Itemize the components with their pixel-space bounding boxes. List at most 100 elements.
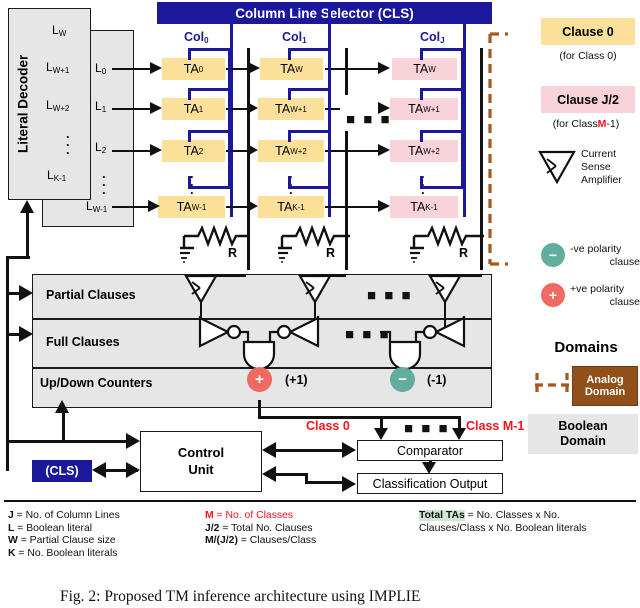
blue-col0-right [228,48,231,188]
ta-cell[interactable]: TA W+1 [258,98,324,120]
legend-boolean-domain-swatch: Boolean Domain [528,414,638,454]
notes-column-3: Total TAs = No. Classes x No. Clauses/Cl… [419,510,586,535]
feedback-to-control [7,440,129,444]
ta-cell[interactable]: TA W+1 [390,98,458,120]
note-item: Total TAs = No. Classes x No. [419,510,586,523]
cls-link-arrow-right [126,462,140,478]
legend-neg-line1: -ve polarity [570,243,622,255]
ta-cell[interactable]: TA W-1 [158,196,225,218]
ta-input-arrow [247,102,258,114]
blue-step [188,48,191,60]
ta-input-arrow [150,144,162,156]
blue-step [420,176,423,188]
notes-column-1: J = No. of Column Lines L = Boolean lite… [8,510,120,561]
column-1-label: Col1 [282,30,307,45]
ta-cell[interactable]: TA W [260,58,323,80]
column-0-label: Col0 [184,30,209,45]
literal-line-3 [112,206,150,209]
blue-step [288,186,330,189]
pos-polarity-counter[interactable]: + [247,367,272,392]
legend-analog-line1: Analog [586,373,624,386]
ta-cell[interactable]: TA W+2 [258,140,324,162]
bitline-to-csa [444,274,482,278]
block-input-arrow [19,285,33,301]
inner-literal-LW2: LW+2 [46,98,70,113]
note-text-line2: Clauses/Class x No. Boolean literals [419,522,587,534]
full-clause-logic-group-pos[interactable] [194,316,324,370]
control-output-link-a [272,473,308,477]
blue-step [420,88,463,91]
cls-header-bar[interactable]: Column Line Selector (CLS) [157,2,492,24]
inner-literal-LW: LW [52,23,67,38]
row-label-counters: Up/Down Counters [40,376,153,390]
ta-cell[interactable]: TA K-1 [390,196,458,218]
legend-clause0-caption: (for Class 0) [559,50,617,62]
legend-boolean-line1: Boolean [558,419,608,434]
legend-clause0-swatch: Clause 0 [541,18,635,45]
block-input-arrow [19,326,33,342]
neg-polarity-counter[interactable]: − [390,367,415,392]
bitline-to-csa [200,274,246,278]
bottom-divider [4,500,636,502]
note-text: = Partial Clause size [17,535,116,547]
cls-chip[interactable]: (CLS) [32,460,92,482]
blue-step [288,48,291,60]
outer-literal-L1: L1 [95,99,107,114]
ta-cell[interactable]: TA K-1 [258,196,324,218]
ta-input-arrow [148,200,160,212]
control-comparator-arrow-right [342,442,356,458]
blue-col1-right [328,48,331,188]
comparator-box[interactable]: Comparator [357,440,503,461]
decoder-input-arrow [20,200,34,213]
control-output-arrow-left [262,466,276,482]
counter-pos-label: (+1) [285,373,308,387]
note-item: J = No. of Column Lines [8,510,120,523]
note-text: = Total No. Clauses [219,522,313,534]
counter-bus [258,416,460,420]
legend-analog-dash-icon [535,373,569,397]
note-symbol: J/2 [205,522,220,534]
control-comparator-arrow-left [262,442,276,458]
note-item: M/(J/2) = Clauses/Class [205,535,316,548]
minus-icon: − [398,371,407,388]
legend-class-m: M [597,118,607,130]
blue-step [288,88,291,100]
note-symbol: K [8,548,16,560]
blue-colj-right [461,48,464,188]
note-item: J/2 = Total No. Clauses [205,523,316,536]
control-comparator-link [272,449,350,453]
note-symbol: M [205,510,214,521]
blue-step [420,48,423,60]
ta-cell[interactable]: TA W [392,58,457,80]
note-item: K = No. Boolean literals [8,548,120,561]
blue-step [420,130,463,133]
outer-literal-L2: L2 [95,140,107,155]
class-ellipsis: ■ ■ ■ [404,420,450,437]
ta-cell[interactable]: TA 1 [162,98,225,120]
control-unit-box[interactable]: Control Unit [140,431,262,492]
inner-literal-vdots: ... [66,126,70,157]
ta-link [325,150,380,153]
literal-decoder-text: Literal Decoder [15,54,31,154]
decoder-feedback-v [6,256,9,471]
blue-step [288,130,291,142]
ta-cell[interactable]: TA 2 [162,140,225,162]
legend-csa-icon [538,150,576,185]
resistor-label: R [326,246,336,260]
note-text: = No. of Classes [213,510,294,521]
bitline-to-csa [314,274,346,278]
legend-analog-line2: Domain [584,386,626,398]
resistor-ground-col-j [410,224,484,263]
ta-cell[interactable]: TA W+2 [390,140,458,162]
classification-output-box[interactable]: Classification Output [357,473,503,494]
figure-caption: Fig. 2: Proposed TM inference architectu… [60,588,580,606]
blue-step [188,186,230,189]
counter-neg-label: (-1) [427,373,447,387]
csa-ellipsis: ■ ■ ■ [367,287,413,304]
blue-step [188,176,191,188]
ta-cell[interactable]: TA 0 [162,58,225,80]
full-clause-logic-group-neg[interactable] [380,316,470,370]
columns-ellipsis: ■ ■ ■ [346,111,392,128]
legend-clausej-swatch: Clause J/2 [541,86,635,113]
ta-input-arrow [378,200,390,212]
